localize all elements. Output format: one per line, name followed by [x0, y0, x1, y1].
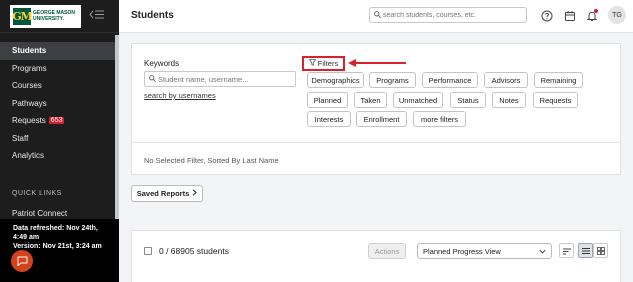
sidebar-item-pathways[interactable]: Pathways: [0, 95, 119, 113]
filter-chip-requests[interactable]: Requests: [533, 92, 578, 108]
sidebar-item-label: Students: [12, 46, 47, 56]
chat-icon[interactable]: [11, 250, 33, 272]
panel-divider: [132, 142, 620, 143]
view-select-value: Planned Progress View: [423, 246, 501, 256]
notification-bell-icon[interactable]: [585, 9, 598, 22]
sidebar-item-label: Analytics: [12, 151, 45, 161]
sidebar-nav: Students Programs Courses Pathways Reque…: [0, 42, 119, 165]
filter-funnel-icon: [308, 59, 317, 68]
search-icon: [374, 10, 381, 20]
sidebar-item-requests[interactable]: Requests 653: [0, 112, 119, 130]
sidebar-item-staff[interactable]: Staff: [0, 130, 119, 148]
filter-chip-notes[interactable]: Notes: [492, 92, 526, 108]
filter-chip-remaining[interactable]: Remaining: [534, 72, 583, 88]
sidebar-item-label: Requests: [12, 116, 46, 126]
sidebar-item-label: Programs: [12, 63, 47, 73]
student-count: 0 / 68905 students: [159, 246, 229, 256]
filter-chip-unmatched[interactable]: Unmatched: [393, 92, 443, 108]
global-search[interactable]: [369, 7, 527, 23]
search-icon: [149, 74, 156, 84]
logo-mark: GM: [12, 7, 33, 25]
filter-chip-demographics[interactable]: Demographics: [307, 72, 364, 88]
sort-icon: [562, 243, 571, 258]
sidebar-item-courses[interactable]: Courses: [0, 77, 119, 95]
filter-chip-enrollment[interactable]: Enrollment: [356, 111, 407, 127]
filter-chip-performance[interactable]: Performance: [422, 72, 478, 88]
saved-reports-label: Saved Reports: [136, 189, 190, 198]
logo-area: GM GEORGE MASON UNIVERSITY.: [0, 0, 119, 33]
filter-chip-taken[interactable]: Taken: [354, 92, 387, 108]
grid-view-icon: [596, 243, 605, 258]
view-select[interactable]: Planned Progress View: [417, 243, 552, 259]
grid-view-button[interactable]: [593, 243, 608, 258]
quick-link-patriot-connect[interactable]: Patriot Connect: [12, 209, 67, 218]
global-search-input[interactable]: [383, 11, 523, 19]
sidebar-item-analytics[interactable]: Analytics: [0, 147, 119, 165]
select-all-checkbox[interactable]: [144, 247, 152, 255]
logo-text-line2: UNIVERSITY.: [33, 16, 64, 22]
calendar-icon[interactable]: [563, 9, 576, 22]
sort-button[interactable]: [559, 243, 574, 258]
sidebar: GM GEORGE MASON UNIVERSITY. Students Pro…: [0, 0, 119, 282]
sidebar-item-programs[interactable]: Programs: [0, 60, 119, 78]
saved-reports-button[interactable]: Saved Reports: [131, 185, 203, 202]
refresh-line1: Data refreshed: Nov 24th,: [13, 225, 98, 232]
list-view-button[interactable]: [578, 243, 593, 258]
quick-links-heading: QUICK LINKS: [12, 190, 62, 197]
annotation-arrow-icon: [348, 59, 406, 67]
filter-chip-programs[interactable]: Programs: [369, 72, 416, 88]
top-bar: Students TG: [119, 0, 633, 33]
list-view-icon: [581, 243, 590, 258]
filters-label[interactable]: Filters: [302, 56, 345, 71]
logo-text: GEORGE MASON UNIVERSITY.: [33, 10, 75, 22]
notification-dot: [594, 9, 598, 13]
sidebar-item-label: Courses: [12, 81, 42, 91]
refresh-line2: 4:49 am: [13, 234, 40, 241]
results-panel: 0 / 68905 students Actions Planned Progr…: [131, 230, 621, 282]
filters-text: Filters: [317, 59, 339, 68]
actions-button[interactable]: Actions: [368, 243, 406, 259]
filter-chip-interests[interactable]: Interests: [307, 111, 351, 127]
university-logo[interactable]: GM GEORGE MASON UNIVERSITY.: [10, 4, 81, 28]
avatar[interactable]: TG: [608, 6, 626, 24]
sidebar-item-students[interactable]: Students: [0, 42, 119, 60]
sidebar-item-label: Staff: [12, 133, 29, 143]
filter-status-text: No Selected Filter, Sorted By Last Name: [144, 156, 279, 165]
search-by-usernames-link[interactable]: search by usernames: [144, 91, 216, 100]
collapse-menu-icon[interactable]: [89, 10, 105, 22]
filter-panel: Keywords search by usernames Filters Dem…: [131, 43, 621, 175]
filter-chip-status[interactable]: Status: [450, 92, 486, 108]
more-filters-button[interactable]: more filters: [413, 111, 466, 127]
page-title: Students: [131, 10, 174, 21]
filter-chip-advisors[interactable]: Advisors: [484, 72, 528, 88]
keyword-search-input[interactable]: [158, 74, 293, 84]
chevron-down-icon: [539, 247, 546, 256]
keywords-label: Keywords: [144, 59, 180, 68]
requests-count-badge: 653: [48, 117, 65, 125]
filter-chip-planned[interactable]: Planned: [307, 92, 348, 108]
sidebar-scrollbar[interactable]: [115, 35, 119, 221]
sidebar-item-label: Pathways: [12, 98, 47, 108]
refresh-version: Version: Nov 21st, 3:24 am: [13, 243, 102, 250]
keyword-search[interactable]: [144, 71, 296, 87]
help-icon[interactable]: [540, 9, 553, 22]
chevron-right-icon: [192, 189, 198, 198]
